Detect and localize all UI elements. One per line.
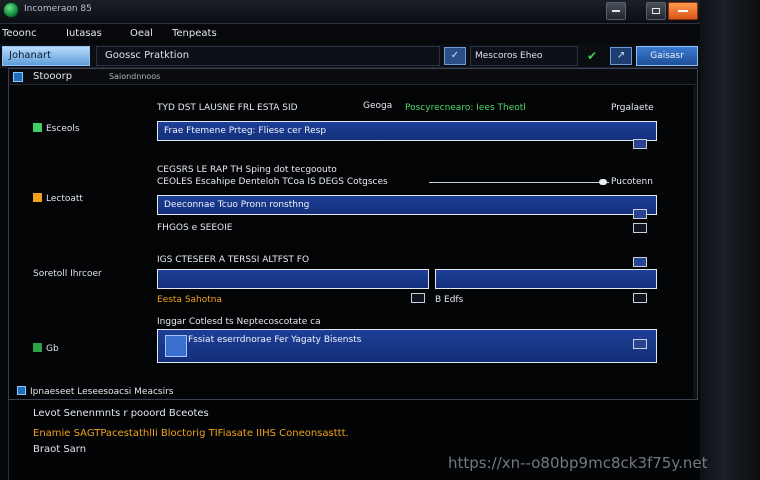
panel-handle-icon[interactable]	[13, 72, 23, 82]
row-1-field[interactable]: Frae Ftemene Prteg: Fliese cer Resp	[157, 121, 657, 141]
window-title: Incomeraon 85	[24, 4, 92, 14]
row-1-caption-mid: Geoga	[363, 101, 393, 111]
row-4-icon	[33, 343, 42, 352]
row-2-slider-knob[interactable]	[599, 179, 607, 185]
row-2-caption: CEGSRS LE RAP TH Sping dot tecgoouto	[157, 165, 337, 175]
status-line-1: Levot Senenmnts r pooord Bceotes	[33, 408, 209, 419]
minimize-button[interactable]	[606, 2, 626, 20]
row-3-below-right: B Edfs	[435, 295, 464, 305]
row-3-field-left[interactable]	[157, 269, 429, 289]
close-button[interactable]	[668, 2, 698, 20]
row-2-label-text: Lectoatt	[46, 194, 83, 204]
tab-active[interactable]: Johanart	[2, 46, 90, 66]
row-4-caption: Inggar Cotlesd ts Neptecoscotate ca	[157, 317, 321, 327]
row-4-label-text: Gb	[46, 344, 59, 354]
row-2-expand-icon[interactable]	[633, 209, 647, 219]
row-2-toggle[interactable]	[633, 223, 647, 233]
panel-header: Stooorp Saiondnnoos	[9, 69, 697, 85]
row-1-icon	[33, 123, 42, 132]
row-2-caption-2: CEOLES Escahipe Denteloh TCoa IS DEGS Co…	[157, 177, 388, 187]
row-1-caption-green: Poscyrecnearo: Iees Theotl	[405, 103, 526, 113]
row-2-slider-track[interactable]	[429, 182, 609, 183]
menu-item-3[interactable]: Oeal	[130, 28, 153, 39]
row-3-field-right[interactable]	[435, 269, 657, 289]
maximize-button[interactable]	[646, 2, 666, 20]
row-1-expand-icon[interactable]	[633, 139, 647, 149]
filter-button[interactable]: ↗	[610, 47, 632, 65]
row-4-field[interactable]: Fssiat eserrdnorae Fer Yagaty Bisensts	[157, 329, 657, 363]
panel-title: Stooorp	[33, 71, 73, 82]
menu-item-1[interactable]: Teoonc	[2, 28, 37, 39]
app-orb-icon[interactable]	[3, 2, 19, 18]
minimize-icon	[612, 10, 620, 12]
row-1-caption: TYD DST LAUSNE FRL ESTA SID	[157, 103, 298, 113]
search-field[interactable]: Mescoros Eheo	[470, 46, 578, 66]
status-section-title: Ipnaeseet Leseesoacsi Meacsirs	[17, 386, 174, 397]
panel-subtitle: Saiondnnoos	[109, 72, 161, 81]
arrow-icon: ↗	[616, 50, 626, 61]
row-3-caption: IGS CTESEER A TERSSI ALTFST FO	[157, 255, 310, 265]
watermark: https://xn--o80bp9mc8ck3f75y.net	[448, 454, 708, 472]
menu-item-2[interactable]: Iutasas	[66, 28, 102, 39]
row-2-field[interactable]: Deeconnae Tcuo Pronn ronsthng	[157, 195, 657, 215]
row-3-below-left: Eesta Sahotna	[157, 295, 223, 305]
scrollbar[interactable]	[693, 85, 697, 399]
row-2-caption-right: Pucotenn	[611, 177, 653, 187]
settings-panel: Stooorp Saiondnnoos Esceols TYD DST LAUS…	[8, 68, 698, 400]
navigation-bar: Johanart Goossc Pratktion ✓ Mescoros Ehe…	[0, 44, 700, 68]
section-icon	[17, 386, 26, 395]
status-section-text: Ipnaeseet Leseesoacsi Meacsirs	[30, 387, 174, 397]
row-3-label: Soretoll Ihrcoer	[33, 269, 102, 279]
row-1-label: Esceols	[33, 123, 80, 134]
desktop-edge	[700, 0, 760, 480]
help-button[interactable]: Gaisasr	[636, 46, 698, 66]
row-3-expand-icon[interactable]	[633, 257, 647, 267]
row-2-label: Lectoatt	[33, 193, 83, 204]
row-4-thumbnail-icon	[165, 335, 187, 357]
path-field[interactable]: Goossc Pratktion	[96, 46, 440, 66]
row-2-icon	[33, 193, 42, 202]
maximize-icon	[652, 8, 660, 14]
row-1-caption-right: Prgalaete	[611, 103, 654, 113]
menu-bar: Teoonc Iutasas Oeal Tenpeats	[0, 24, 700, 44]
close-icon	[678, 10, 688, 12]
row-3-left-toggle[interactable]	[411, 293, 425, 303]
confirm-check-icon[interactable]: ✔	[580, 49, 604, 63]
row-4-label: Gb	[33, 343, 59, 354]
status-line-3: Braot Sarn	[33, 444, 87, 455]
status-line-2: Enamie SAGTPacestathlIi Bloctorig TIFias…	[33, 428, 349, 439]
go-button[interactable]: ✓	[444, 47, 466, 65]
check-icon: ✓	[450, 50, 460, 61]
title-bar: Incomeraon 85	[0, 0, 700, 24]
row-4-expand-icon[interactable]	[633, 339, 647, 349]
menu-item-4[interactable]: Tenpeats	[172, 28, 217, 39]
row-2-below: FHGOS e SEEOIE	[157, 223, 233, 233]
row-3-right-toggle[interactable]	[633, 293, 647, 303]
row-1-label-text: Esceols	[46, 124, 80, 134]
